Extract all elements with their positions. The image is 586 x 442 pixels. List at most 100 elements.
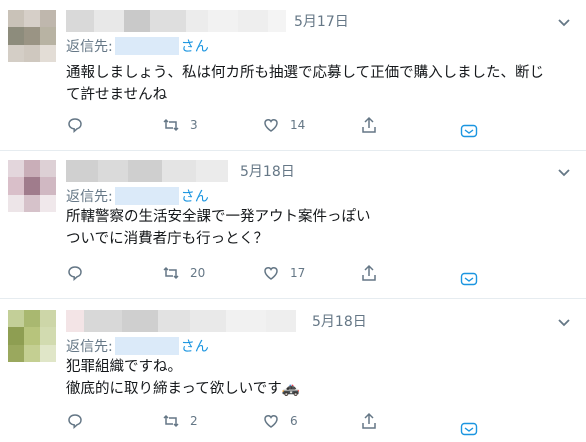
name-block [94, 10, 124, 32]
share-button[interactable] [360, 116, 378, 134]
tweet-date[interactable]: 5月18日 [312, 311, 367, 331]
name-block [162, 160, 196, 182]
name-block [150, 10, 186, 32]
reply-button[interactable] [66, 412, 94, 430]
reply-prefix: 返信先: [66, 189, 113, 205]
direct-message-icon[interactable] [460, 122, 478, 140]
retweet-count: 20 [190, 266, 206, 280]
tweet-actions: 20 17 [66, 264, 486, 288]
share-button[interactable] [360, 264, 378, 282]
avatar-pixel [40, 177, 56, 195]
avatar-pixel [24, 327, 40, 345]
avatar-pixel [8, 177, 24, 195]
avatar[interactable] [8, 160, 56, 212]
like-button[interactable]: 17 [262, 264, 305, 282]
reply-prefix: 返信先: [66, 339, 113, 355]
tweet-text: 所轄警察の生活安全課で一発アウト案件っぽい ついでに消費者庁も行っとく？ [66, 206, 371, 250]
share-icon [362, 412, 376, 429]
avatar[interactable] [8, 10, 56, 62]
like-button[interactable]: 14 [262, 116, 305, 134]
avatar-pixel [40, 344, 56, 362]
display-name-blurred[interactable] [66, 160, 228, 182]
retweet-count: 2 [190, 414, 198, 428]
display-name-blurred[interactable] [66, 10, 286, 32]
tweet-text-line: 通報しましょう、私は何カ所も抽選で応募して正価で購入しました、断じ [66, 65, 545, 81]
heart-icon [264, 267, 278, 280]
retweet-icon [163, 118, 179, 132]
display-name-blurred[interactable] [66, 310, 296, 332]
name-block [66, 310, 84, 332]
tweet-text-line: 所轄警察の生活安全課で一発アウト案件っぽい [66, 209, 371, 225]
name-block [66, 10, 94, 32]
reply-icon [68, 118, 82, 133]
tweet-text-line: ついでに消費者庁も行っとく？ [66, 231, 269, 247]
name-block [190, 310, 226, 332]
share-icon [362, 264, 376, 281]
reply-prefix: 返信先: [66, 39, 113, 55]
retweet-icon [163, 266, 179, 280]
tweet-divider [0, 298, 586, 299]
avatar-pixel [24, 160, 40, 178]
share-icon [362, 116, 376, 133]
tweet-actions: 2 6 [66, 412, 486, 436]
reply-user-blurred[interactable] [114, 187, 179, 205]
avatar-pixel [8, 327, 24, 345]
tweet-text-line: 徹底的に取り締まって欲しいです🚓 [66, 381, 300, 397]
avatar-pixel [40, 327, 56, 345]
avatar-pixel [24, 10, 40, 28]
avatar-pixel [40, 44, 56, 62]
retweet-icon [163, 414, 179, 428]
avatar-pixel [24, 194, 40, 212]
avatar-pixel [8, 194, 24, 212]
tweet-actions: 3 14 [66, 116, 486, 140]
reply-icon [68, 414, 82, 429]
heart-icon [264, 119, 278, 132]
chevron-down-icon[interactable] [556, 14, 572, 30]
avatar-pixel [40, 160, 56, 178]
retweet-button[interactable]: 3 [162, 116, 198, 134]
reply-suffix: さん [180, 189, 209, 205]
retweet-count: 3 [190, 118, 198, 132]
avatar[interactable] [8, 310, 56, 362]
like-count: 14 [290, 118, 306, 132]
tweet-text-line: て許せませんね [66, 87, 168, 103]
chevron-down-icon[interactable] [556, 164, 572, 180]
avatar-pixel [24, 27, 40, 45]
retweet-button[interactable]: 20 [162, 264, 205, 282]
name-block [186, 10, 208, 32]
like-button[interactable]: 6 [262, 412, 298, 430]
reply-button[interactable] [66, 264, 94, 282]
avatar-pixel [8, 310, 24, 328]
name-block [268, 10, 286, 32]
avatar-pixel [24, 310, 40, 328]
heart-icon [264, 415, 278, 428]
name-block [238, 10, 268, 32]
tweet-text-line: 犯罪組織ですね。 [66, 359, 182, 375]
reply-suffix: さん [180, 339, 209, 355]
reply-user-blurred[interactable] [114, 37, 179, 55]
avatar-pixel [8, 44, 24, 62]
retweet-button[interactable]: 2 [162, 412, 198, 430]
avatar-pixel [40, 310, 56, 328]
name-block [208, 10, 238, 32]
tweet-text: 通報しましょう、私は何カ所も抽選で応募して正価で購入しました、断じ て許せません… [66, 62, 544, 106]
avatar-pixel [40, 27, 56, 45]
like-count: 17 [290, 266, 306, 280]
tweet-date[interactable]: 5月17日 [294, 11, 349, 31]
tweet-divider [0, 150, 586, 151]
name-block [158, 310, 190, 332]
chevron-down-icon[interactable] [556, 314, 572, 330]
reply-button[interactable] [66, 116, 94, 134]
reply-icon [68, 266, 82, 281]
name-block [66, 160, 98, 182]
name-block [124, 10, 150, 32]
tweet-date[interactable]: 5月18日 [240, 161, 295, 181]
direct-message-icon[interactable] [460, 270, 478, 288]
direct-message-icon[interactable] [460, 420, 478, 438]
reply-to: 返信先: さん [66, 36, 209, 56]
name-block [122, 310, 158, 332]
share-button[interactable] [360, 412, 378, 430]
reply-user-blurred[interactable] [114, 337, 179, 355]
avatar-pixel [8, 27, 24, 45]
avatar-pixel [8, 10, 24, 28]
